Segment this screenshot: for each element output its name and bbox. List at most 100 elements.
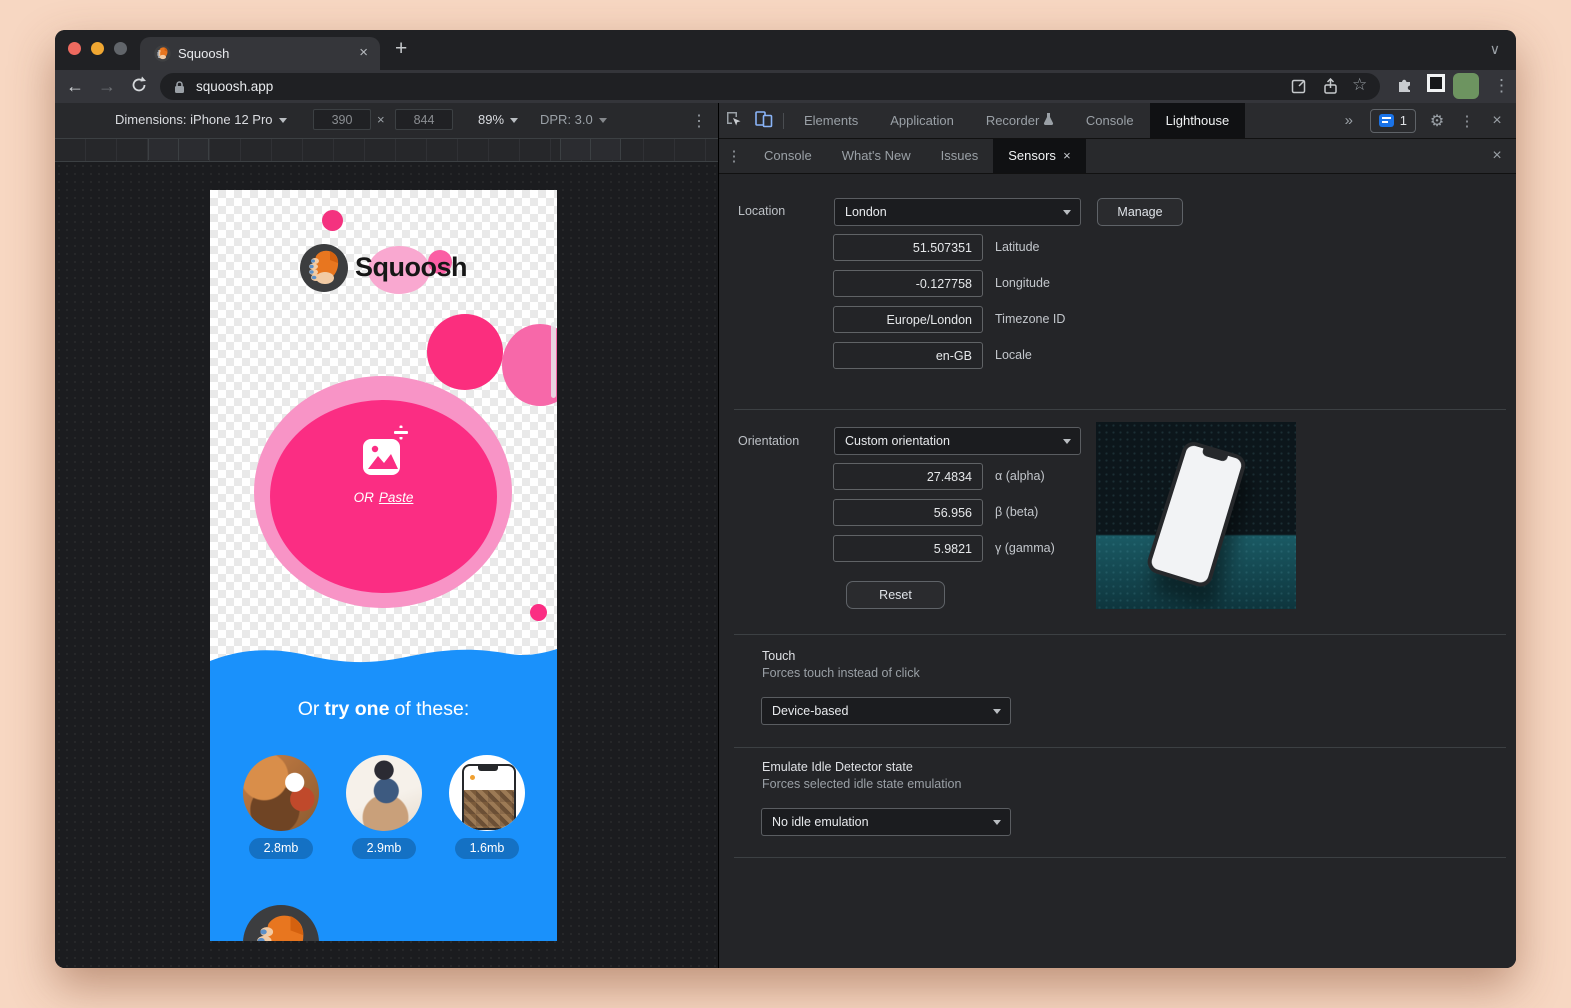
browser-menu-kebab-icon[interactable]: ⋮ [1493,76,1510,96]
orientation-select[interactable]: Custom orientation [834,427,1081,455]
open-in-window-icon[interactable] [1290,78,1307,95]
dropdown-caret-icon [510,118,518,123]
forward-button[interactable]: → [95,75,119,97]
devtools-menu-kebab-icon[interactable]: ⋮ [1452,112,1482,130]
gamma-input[interactable] [833,535,983,562]
manage-button[interactable]: Manage [1097,198,1183,226]
drawer-tab-sensors[interactable]: Sensors × [993,139,1086,173]
bookmark-star-icon[interactable]: ☆ [1352,75,1367,95]
sensors-tab-close-icon[interactable]: × [1063,148,1071,163]
decor-blob [502,324,557,406]
more-tabs-icon[interactable]: » [1334,112,1364,129]
try-one-heading: Ortry oneof these: [210,698,557,721]
device-emulation-pane: Dimensions: iPhone 12 Pro × 89% DPR: 3.0… [55,103,718,968]
dpr-dropdown[interactable]: DPR: 3.0 [540,112,607,127]
devtools-close-icon[interactable]: × [1482,112,1512,130]
squoosh-hand-icon [300,244,348,292]
drawer-tabbar: ⋮ Console What's New Issues Sensors × × [719,139,1516,174]
back-button[interactable]: ← [63,75,87,97]
sensors-panel: Location London Manage Latitude Longitud… [719,174,1516,968]
squoosh-footer-logo [243,905,319,941]
profile-avatar[interactable] [1453,73,1479,99]
content-area: Dimensions: iPhone 12 Pro × 89% DPR: 3.0… [55,103,1516,968]
tab-search-chevron-icon[interactable]: ∨ [1490,41,1500,58]
gamma-label: γ (gamma) [995,535,1055,562]
titlebar: Squoosh × + ∨ [55,30,1516,70]
beta-input[interactable] [833,499,983,526]
longitude-label: Longitude [995,270,1050,297]
touch-select[interactable]: Device-based [761,697,1011,725]
zoom-traffic-light[interactable] [114,42,127,55]
paste-link[interactable]: Paste [379,490,414,505]
tab-close-icon[interactable]: × [359,44,368,61]
toolbar-separator [783,113,784,129]
device-type-dropdown[interactable]: Dimensions: iPhone 12 Pro [115,112,287,127]
viewport-width-input[interactable] [313,109,371,130]
share-icon[interactable] [1322,78,1339,95]
device-toolbar-toggle-icon[interactable] [749,110,779,131]
address-bar[interactable]: squoosh.app ☆ [160,73,1380,100]
drawer-tab-issues[interactable]: Issues [926,139,994,173]
decor-dot [322,210,343,231]
viewport-height-input[interactable] [395,109,453,130]
browser-tab[interactable]: Squoosh × [140,37,380,70]
idle-subtitle: Forces selected idle state emulation [762,777,961,791]
squoosh-favicon [154,45,171,62]
orientation-preview[interactable] [1096,422,1296,609]
drawer-menu-kebab-icon[interactable]: ⋮ [719,147,749,165]
locale-label: Locale [995,342,1032,369]
add-image-icon[interactable] [360,423,410,477]
issues-counter[interactable]: 1 [1370,109,1416,133]
dropdown-caret-icon [993,820,1001,825]
tab-title: Squoosh [178,46,229,61]
sample-image-panda[interactable] [243,755,319,831]
app-brand-title: Squoosh [355,252,467,283]
samples-section: Ortry oneof these: 2.8mb 2.9mb 1.6mb [210,665,557,941]
tab-lighthouse[interactable]: Lighthouse [1150,103,1246,138]
experiment-flask-icon [1043,112,1054,125]
lock-icon [173,80,186,94]
new-tab-button[interactable]: + [395,38,407,59]
drawer-close-icon[interactable]: × [1482,147,1512,165]
latitude-input[interactable] [833,234,983,261]
location-select[interactable]: London [834,198,1081,226]
section-divider [734,857,1506,858]
squoosh-logo [300,244,348,292]
sample-size-badge: 2.8mb [249,838,313,859]
timezone-input[interactable] [833,306,983,333]
browser-window: Squoosh × + ∨ ← → squoosh.app ☆ ⋮ Dimens… [55,30,1516,968]
app-scrollbar-thumb[interactable] [551,322,556,398]
inspect-element-icon[interactable] [719,110,749,131]
extension-square-icon[interactable] [1427,74,1445,92]
drawer-tab-console[interactable]: Console [749,139,827,173]
orientation-label: Orientation [738,434,799,448]
reset-button[interactable]: Reset [846,581,945,609]
reload-button[interactable] [129,75,149,95]
locale-input[interactable] [833,342,983,369]
section-divider [734,747,1506,748]
tab-application[interactable]: Application [874,103,970,138]
zoom-dropdown[interactable]: 89% [478,112,518,127]
tab-console[interactable]: Console [1070,103,1150,138]
issues-chat-icon [1379,114,1394,127]
devtools-pane: Elements Application Recorder Console Li… [719,103,1516,968]
settings-gear-icon[interactable]: ⚙ [1422,111,1452,131]
sample-image-artist[interactable] [346,755,422,831]
minimize-traffic-light[interactable] [91,42,104,55]
tab-elements[interactable]: Elements [788,103,874,138]
dropdown-caret-icon [1063,210,1071,215]
phone-mockup [462,764,516,830]
close-traffic-light[interactable] [68,42,81,55]
dropdown-caret-icon [279,118,287,123]
device-toolbar-menu-kebab-icon[interactable]: ⋮ [691,111,707,131]
beta-label: β (beta) [995,499,1038,526]
tab-recorder[interactable]: Recorder [970,103,1070,138]
section-divider [734,634,1506,635]
extensions-puzzle-icon[interactable] [1395,74,1415,94]
longitude-input[interactable] [833,270,983,297]
idle-select[interactable]: No idle emulation [761,808,1011,836]
alpha-input[interactable] [833,463,983,490]
sample-image-phone[interactable] [449,755,525,831]
drawer-tab-whats-new[interactable]: What's New [827,139,926,173]
device-toolbar: Dimensions: iPhone 12 Pro × 89% DPR: 3.0… [55,103,718,139]
